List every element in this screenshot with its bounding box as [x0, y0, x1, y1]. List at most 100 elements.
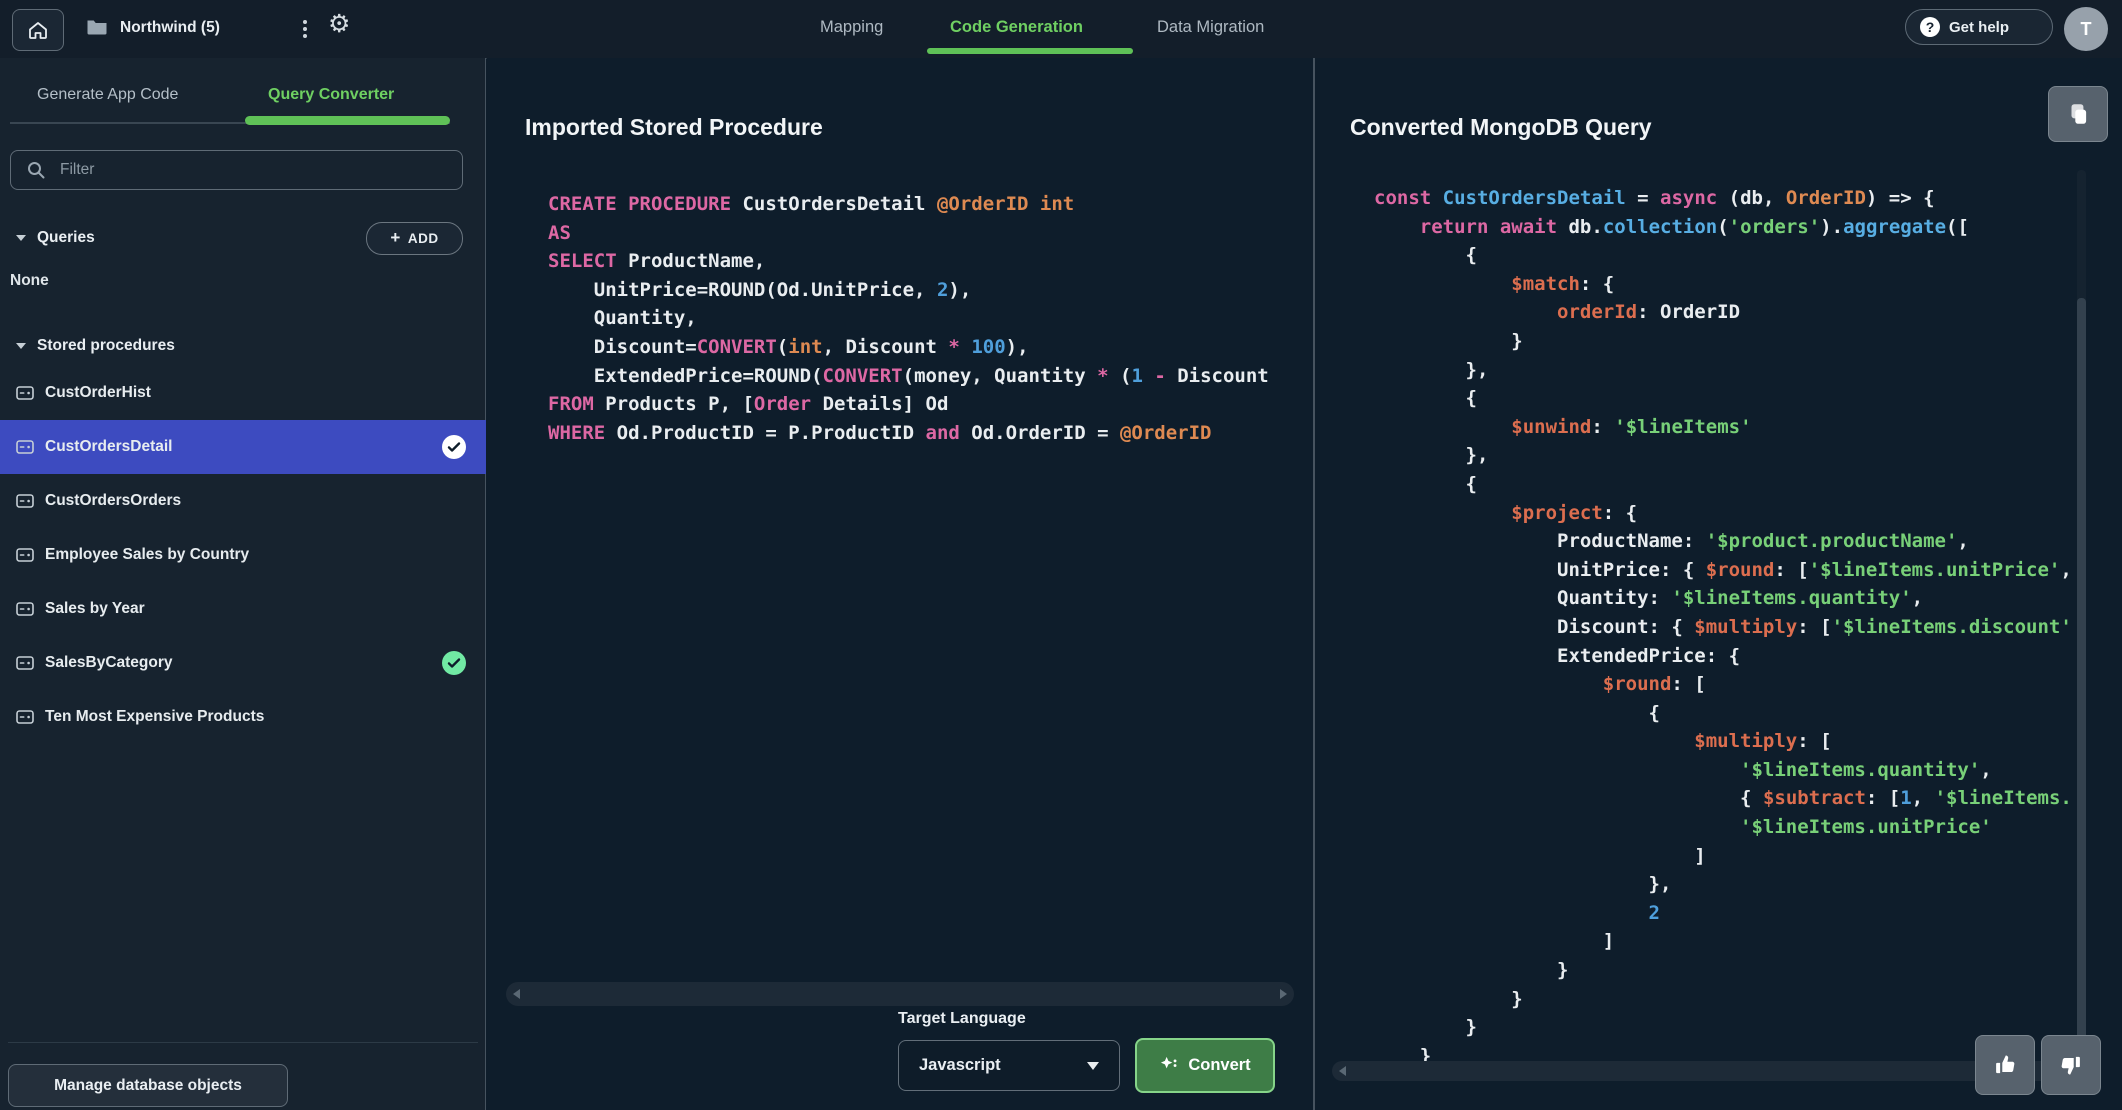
converted-check-icon — [442, 435, 466, 459]
code-line: $match: { — [1511, 272, 1615, 295]
list-item-label: CustOrdersOrders — [45, 492, 182, 509]
sidebar-footer-divider — [8, 1042, 478, 1043]
thumbs-up-button[interactable] — [1975, 1035, 2035, 1095]
code-line: 2 — [1648, 901, 1660, 924]
code-line: }, — [1374, 358, 1489, 381]
chevron-down-icon[interactable] — [16, 343, 26, 349]
code-line: ] — [1374, 930, 1615, 953]
sidebar-active-tab-underline — [245, 116, 450, 125]
code-line: FROM Products P, [Order Details] Od — [548, 393, 949, 416]
top-bar: Northwind (5) ⚙ Mapping Code Generation … — [0, 0, 2122, 59]
tab-code-generation[interactable]: Code Generation — [950, 18, 1083, 37]
code-line: } — [1374, 1016, 1477, 1039]
thumbs-down-button[interactable] — [2041, 1035, 2101, 1095]
converted-mongodb-query-panel: Converted MongoDB Query const CustOrders… — [1315, 58, 2122, 1110]
mongodb-code-block: const CustOrdersDetail = async (db, Orde… — [1374, 184, 2080, 1061]
target-language-label: Target Language — [898, 1010, 1026, 1027]
sidebar-item-custorderhist[interactable]: CustOrderHist — [0, 366, 486, 420]
code-line: WHERE Od.ProductID = P.ProductID and Od.… — [548, 421, 1212, 444]
panel-title: Imported Stored Procedure — [525, 114, 823, 140]
filter-input[interactable] — [58, 160, 422, 180]
code-line: { $subtract: [1, '$lineItems. — [1374, 787, 2072, 810]
horizontal-scrollbar[interactable] — [506, 982, 1294, 1006]
list-item-label: Ten Most Expensive Products — [45, 708, 265, 725]
code-line: $project: { — [1511, 501, 1638, 524]
chevron-down-icon[interactable] — [16, 235, 26, 241]
home-button[interactable] — [12, 9, 64, 51]
tab-generate-app-code[interactable]: Generate App Code — [37, 86, 178, 104]
plus-icon: + — [390, 227, 401, 247]
stored-procedure-icon — [16, 602, 34, 616]
code-line: { — [1374, 701, 1660, 724]
stored-procedures-section-header: Stored procedures — [0, 330, 486, 362]
code-line: UnitPrice: { $round: ['$lineItems.unitPr… — [1374, 558, 2072, 581]
code-line: Quantity, — [548, 307, 697, 330]
code-line: AS — [548, 221, 571, 244]
sidebar-item-sales-by-year[interactable]: Sales by Year — [0, 582, 486, 636]
code-line: UnitPrice=ROUND(Od.UnitPrice, 2), — [548, 278, 972, 301]
stored-procedure-icon — [16, 386, 34, 400]
list-item-label: SalesByCategory — [45, 654, 173, 671]
convert-label: Convert — [1188, 1056, 1251, 1074]
stored-procedure-icon — [16, 710, 34, 724]
sidebar-item-custordersdetail[interactable]: CustOrdersDetail — [0, 420, 486, 474]
stored-procedures-list: CustOrderHist CustOrdersDetail CustOrdersO… — [0, 366, 486, 744]
code-line: Discount=CONVERT(int, Discount * 100), — [548, 335, 1029, 358]
stored-procedures-label: Stored procedures — [37, 337, 175, 354]
code-line: ExtendedPrice=ROUND(CONVERT(money, Quant… — [548, 364, 1269, 387]
tab-data-migration[interactable]: Data Migration — [1157, 18, 1264, 37]
kebab-menu-icon[interactable] — [298, 17, 312, 41]
scroll-right-arrow-icon[interactable] — [1280, 989, 1287, 999]
project-name: Northwind (5) — [120, 19, 220, 36]
scroll-left-arrow-icon[interactable] — [1339, 1066, 1346, 1076]
code-line: return await db.collection('orders').agg… — [1419, 215, 1969, 238]
code-line: '$lineItems.unitPrice' — [1740, 816, 1992, 839]
code-line: SELECT ProductName, — [548, 250, 766, 273]
code-line: }, — [1374, 444, 1489, 467]
selected-language: Javascript — [919, 1056, 1001, 1074]
sidebar-item-ten-most-expensive-products[interactable]: Ten Most Expensive Products — [0, 690, 486, 744]
vertical-scrollbar[interactable] — [2077, 170, 2086, 1088]
filter-search-box — [10, 150, 463, 190]
scrollbar-thumb[interactable] — [1365, 1065, 1862, 1077]
code-line: Discount: { $multiply: ['$lineItems.disc… — [1374, 615, 2072, 638]
code-line: { — [1374, 244, 1477, 267]
sidebar: Generate App Code Query Converter Querie… — [0, 58, 486, 1110]
queries-label: Queries — [37, 229, 95, 246]
tab-mapping[interactable]: Mapping — [820, 18, 883, 37]
sidebar-item-salesbycategory[interactable]: SalesByCategory — [0, 636, 486, 690]
add-query-button[interactable]: + ADD — [366, 222, 463, 255]
add-label: ADD — [407, 231, 439, 246]
scrollbar-thumb[interactable] — [2077, 298, 2086, 1088]
user-avatar[interactable]: T — [2064, 7, 2108, 51]
list-item-label: Sales by Year — [45, 600, 145, 617]
get-help-label: Get help — [1949, 18, 2010, 36]
settings-gear-icon[interactable]: ⚙ — [328, 12, 350, 37]
code-line: Quantity: '$lineItems.quantity', — [1374, 587, 1924, 610]
copy-icon — [2065, 101, 2091, 127]
convert-button[interactable]: Convert — [1135, 1038, 1275, 1093]
search-icon — [26, 160, 46, 180]
code-line: ProductName: '$product.productName', — [1374, 530, 1969, 553]
target-language-select[interactable]: Javascript — [898, 1040, 1120, 1091]
thumbs-down-icon — [2058, 1052, 2084, 1078]
code-line: CREATE PROCEDURE CustOrdersDetail @Order… — [548, 193, 1075, 215]
code-line: } — [1374, 987, 1523, 1010]
code-line: }, — [1374, 873, 1672, 896]
sidebar-item-custordersorders[interactable]: CustOrdersOrders — [0, 474, 486, 528]
home-icon — [27, 20, 49, 40]
code-line: '$lineItems.quantity', — [1740, 758, 1992, 781]
code-line: orderId: OrderID — [1557, 301, 1741, 324]
list-item-label: CustOrderHist — [45, 384, 151, 401]
stored-procedure-icon — [16, 440, 34, 454]
imported-stored-procedure-panel: Imported Stored Procedure CREATE PROCEDU… — [487, 58, 1315, 1110]
list-item-label: CustOrdersDetail — [45, 438, 173, 455]
list-item-label: Employee Sales by Country — [45, 546, 250, 563]
active-tab-underline — [927, 48, 1133, 54]
get-help-button[interactable]: ? Get help — [1905, 9, 2053, 45]
tab-query-converter[interactable]: Query Converter — [268, 86, 394, 104]
scroll-left-arrow-icon[interactable] — [513, 989, 520, 999]
sidebar-item-employee-sales-by-country[interactable]: Employee Sales by Country — [0, 528, 486, 582]
copy-button[interactable] — [2048, 86, 2108, 142]
manage-database-objects-button[interactable]: Manage database objects — [8, 1064, 288, 1107]
